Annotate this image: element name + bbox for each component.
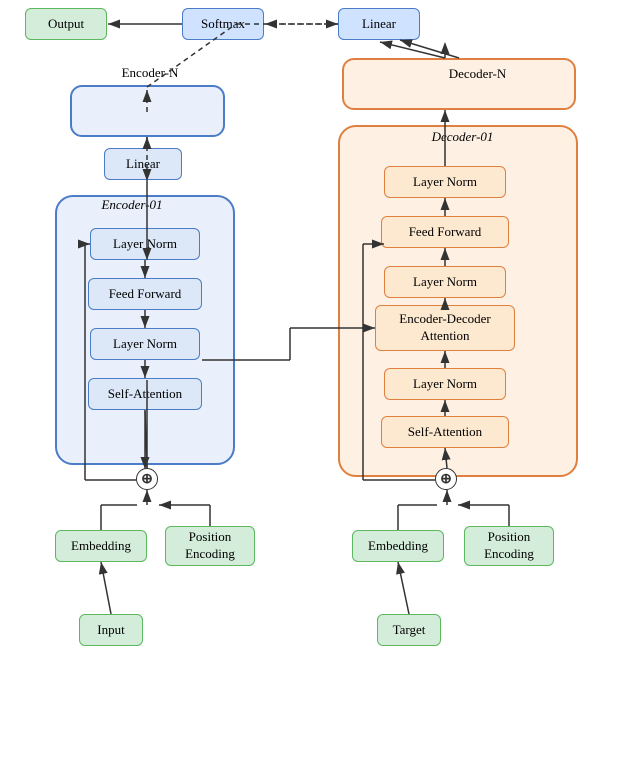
dec-embedding-box: Embedding: [352, 530, 444, 562]
output-label: Output: [48, 16, 84, 33]
dec-encdec-box: Encoder-Decoder Attention: [375, 305, 515, 351]
softmax-box: Softmax: [182, 8, 264, 40]
enc-embedding-label: Embedding: [71, 538, 131, 555]
dec-selfattn-label: Self-Attention: [408, 424, 482, 441]
dec-encdec-label: Encoder-Decoder Attention: [399, 311, 490, 345]
dec-target-box: Target: [377, 614, 441, 646]
linear-top-label: Linear: [362, 16, 396, 33]
enc-posenc-label: Position Encoding: [185, 529, 235, 563]
enc-layernorm2-label: Layer Norm: [113, 336, 177, 353]
enc-layernorm2-box: Layer Norm: [90, 328, 200, 360]
dec-layernorm1-label: Layer Norm: [413, 376, 477, 393]
output-box: Output: [25, 8, 107, 40]
dec-layernorm2-label: Layer Norm: [413, 274, 477, 291]
enc-selfattn-box: Self-Attention: [88, 378, 202, 410]
enc-input-label: Input: [97, 622, 124, 639]
dec-feedfwd-label: Feed Forward: [409, 224, 482, 241]
dec-feedfwd-box: Feed Forward: [381, 216, 509, 248]
encoder-n-container: [70, 85, 225, 137]
enc-embedding-box: Embedding: [55, 530, 147, 562]
decoder-01-label: Decoder-01: [365, 129, 560, 145]
dec-layernorm3-box: Layer Norm: [384, 166, 506, 198]
decoder-n-label: Decoder-N: [390, 66, 565, 82]
dec-target-label: Target: [393, 622, 426, 639]
linear-top-box: Linear: [338, 8, 420, 40]
dec-layernorm2-box: Layer Norm: [384, 266, 506, 298]
linear-enc-label: Linear: [126, 156, 160, 173]
linear-enc-box: Linear: [104, 148, 182, 180]
enc-posenc-box: Position Encoding: [165, 526, 255, 566]
dec-layernorm1-box: Layer Norm: [384, 368, 506, 400]
dec-posenc-box: Position Encoding: [464, 526, 554, 566]
enc-layernorm1-box: Layer Norm: [90, 228, 200, 260]
enc-feedfwd-label: Feed Forward: [109, 286, 182, 303]
enc-input-box: Input: [79, 614, 143, 646]
dec-selfattn-box: Self-Attention: [381, 416, 509, 448]
dec-embedding-label: Embedding: [368, 538, 428, 555]
dec-layernorm3-label: Layer Norm: [413, 174, 477, 191]
softmax-label: Softmax: [201, 16, 245, 33]
enc-feedfwd-box: Feed Forward: [88, 278, 202, 310]
enc-layernorm1-label: Layer Norm: [113, 236, 177, 253]
enc-plus-circle: ⊕: [136, 468, 158, 490]
enc-selfattn-label: Self-Attention: [108, 386, 182, 403]
dec-plus-circle: ⊕: [435, 468, 457, 490]
encoder-n-label: Encoder-N: [100, 65, 200, 81]
transformer-diagram: Output Softmax Linear Encoder-N Linear D…: [0, 0, 624, 762]
encoder-01-label: Encoder-01: [72, 197, 192, 213]
dec-posenc-label: Position Encoding: [484, 529, 534, 563]
